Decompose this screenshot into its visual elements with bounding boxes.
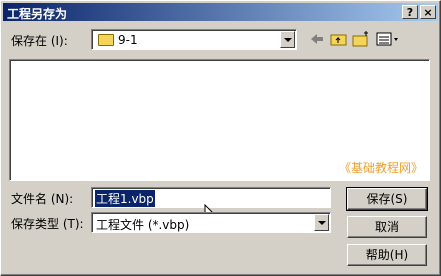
back-button[interactable] — [307, 29, 327, 49]
help-title-button[interactable]: ? — [402, 5, 418, 19]
save-type-label: 保存类型 (T): — [11, 217, 84, 231]
folder-icon — [98, 34, 114, 46]
save-type-dropdown[interactable]: 工程文件 (*.vbp) — [91, 212, 331, 233]
up-folder-button[interactable] — [329, 29, 349, 49]
help-button[interactable]: 帮助(H) — [347, 244, 427, 266]
file-name-value: 工程1.vbp — [95, 190, 155, 207]
watermark: 《基础教程网》 — [338, 161, 423, 175]
save-as-dialog: 工程另存为 ? × 保存在 (I): 9-1 《基础教程网》 文件名 (N): … — [0, 0, 441, 276]
new-folder-button[interactable] — [351, 29, 371, 49]
file-name-input[interactable]: 工程1.vbp — [91, 187, 331, 222]
cancel-button[interactable]: 取消 — [347, 216, 427, 238]
view-list-icon — [376, 32, 398, 46]
new-folder-icon — [352, 31, 368, 47]
save-in-dropdown[interactable]: 9-1 — [91, 29, 297, 50]
save-in-value: 9-1 — [118, 33, 138, 47]
title-bar: 工程另存为 ? × — [3, 3, 438, 21]
save-type-value: 工程文件 (*.vbp) — [96, 218, 190, 232]
close-button[interactable]: × — [420, 5, 436, 19]
file-name-label: 文件名 (N): — [11, 192, 74, 206]
back-arrow-icon — [311, 34, 323, 44]
chevron-down-icon[interactable] — [280, 31, 295, 48]
window-title: 工程另存为 — [7, 7, 68, 21]
up-folder-icon — [330, 34, 347, 46]
chevron-down-icon[interactable] — [314, 214, 329, 231]
save-in-label: 保存在 (I): — [11, 34, 68, 48]
save-button[interactable]: 保存(S) — [346, 187, 428, 211]
file-list-area[interactable]: 《基础教程网》 — [9, 59, 430, 181]
view-menu-button[interactable] — [375, 29, 401, 49]
